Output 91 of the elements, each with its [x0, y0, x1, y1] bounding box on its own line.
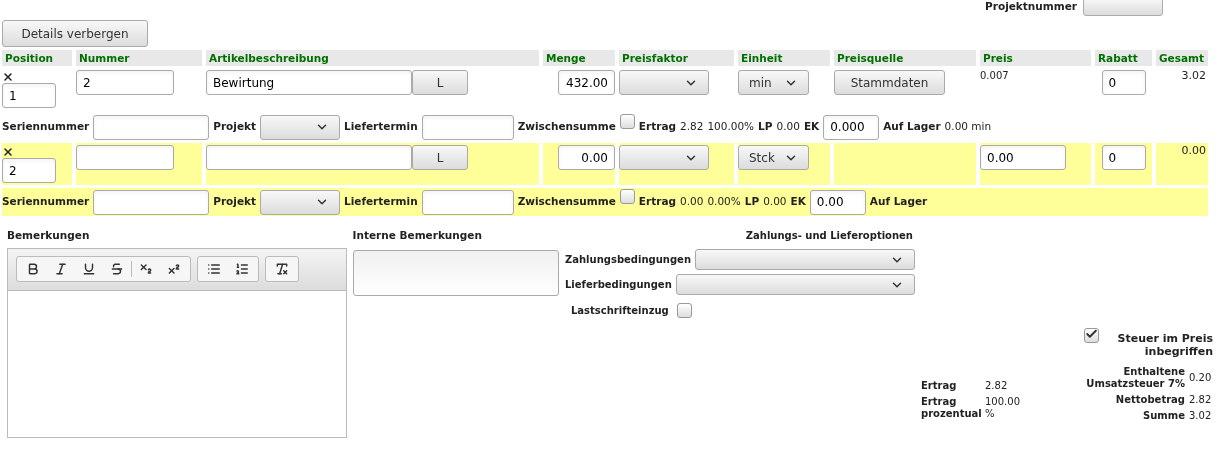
direct-debit-label: Lastschrifteinzug: [571, 304, 669, 318]
margin-label: Ertrag: [638, 194, 676, 210]
internal-remarks-label: Interne Bemerkungen: [352, 228, 483, 243]
total-text: 3.02: [1181, 68, 1206, 84]
lookup-button[interactable]: L: [412, 70, 468, 95]
price-text: 0.007: [980, 69, 1009, 83]
list-price-label: LP: [744, 194, 760, 210]
subtotal-checkbox[interactable]: [619, 114, 635, 130]
margin-value: 2.82: [680, 119, 704, 135]
serial-number-field[interactable]: [93, 189, 210, 215]
purchase-price-field[interactable]: 0.000: [823, 114, 880, 140]
list-price-label: LP: [758, 119, 773, 135]
description-field[interactable]: Bewirtung: [206, 70, 412, 95]
quantity-field[interactable]: 432.00: [558, 70, 615, 95]
price-field[interactable]: 0.00: [980, 145, 1066, 170]
margin-summary-value: 2.82: [985, 380, 1009, 392]
margin-percent: 100.00%: [707, 119, 755, 135]
discount-field[interactable]: 0: [1101, 70, 1146, 95]
serial-number-field[interactable]: [93, 114, 210, 140]
column-header: Preisquelle: [834, 50, 976, 66]
subtotal-label: Zwischensumme: [517, 119, 616, 135]
total-label: Nettobetrag: [1114, 394, 1185, 406]
margin-summary-value: 100.00 %: [985, 396, 1021, 420]
lookup-button[interactable]: L: [412, 145, 468, 170]
position-field[interactable]: 2: [2, 158, 56, 183]
unit-select[interactable]: min: [738, 70, 809, 95]
delivery-date-label: Liefertermin: [344, 194, 418, 210]
column-header: Artikelbeschreibung: [206, 50, 539, 66]
number-field[interactable]: 2: [76, 70, 174, 95]
project-label: Projekt: [213, 119, 256, 135]
column-header: Rabatt: [1095, 50, 1152, 66]
list-price-value: 0.00: [763, 194, 787, 210]
project-number-label: Projektnummer: [985, 0, 1077, 15]
purchase-price-label: EK: [803, 119, 820, 135]
serial-number-label: Seriennummer: [2, 194, 90, 210]
total-value: 0.20: [1189, 372, 1213, 384]
position-field[interactable]: 1: [2, 83, 56, 108]
price-factor-select[interactable]: [619, 145, 709, 170]
total-value: 3.02: [1189, 410, 1213, 422]
column-header: Preisfaktor: [619, 50, 734, 66]
toggle-details-button[interactable]: Details verbergen: [2, 20, 148, 47]
stock-label: Auf Lager: [883, 119, 941, 135]
direct-debit-checkbox[interactable]: [676, 303, 692, 318]
margin-value: 0.00: [680, 194, 704, 210]
margin-percent: 0.00%: [707, 194, 741, 210]
delivery-date-field[interactable]: [421, 114, 514, 140]
number-field[interactable]: [76, 145, 174, 170]
delete-icon[interactable]: [2, 71, 14, 83]
margin-label: Ertrag: [638, 119, 676, 135]
delivery-terms-label: Lieferbedingungen: [565, 278, 672, 292]
internal-remarks-field[interactable]: [352, 249, 559, 296]
subtotal-checkbox[interactable]: [619, 189, 635, 205]
column-header: Einheit: [738, 50, 830, 66]
column-header: Menge: [543, 50, 615, 66]
tax-included-checkbox[interactable]: [1084, 328, 1099, 343]
total-label: Enthaltene Umsatzsteuer 7%: [1085, 366, 1185, 390]
total-value: 2.82: [1189, 394, 1213, 406]
tax-included-label: Steuer im Preis inbegriffen: [1116, 332, 1213, 358]
stock-value: 0.00 min: [944, 119, 992, 135]
margin-summary-label: Ertrag prozentual: [921, 396, 981, 420]
unit-select[interactable]: Stck: [738, 145, 809, 170]
column-header: Nummer: [76, 50, 202, 66]
total-text: 0.00: [1181, 143, 1206, 159]
delivery-date-field[interactable]: [421, 189, 514, 215]
payment-terms-label: Zahlungsbedingungen: [565, 253, 691, 267]
total-label: Summe: [1142, 410, 1185, 422]
options-title: Zahlungs- und Lieferoptionen: [745, 230, 913, 241]
column-header: Position: [2, 50, 72, 66]
project-number-select[interactable]: [1083, 0, 1163, 16]
project-label: Projekt: [213, 194, 256, 210]
discount-field[interactable]: 0: [1101, 145, 1146, 170]
purchase-price-field[interactable]: 0.00: [809, 189, 866, 215]
project-select[interactable]: [260, 114, 340, 140]
list-price-value: 0.00: [776, 119, 800, 135]
delivery-date-label: Liefertermin: [344, 119, 418, 135]
quantity-field[interactable]: 0.00: [558, 145, 615, 170]
serial-number-label: Seriennummer: [2, 119, 90, 135]
delete-icon[interactable]: [2, 146, 14, 158]
price-source-button[interactable]: Stammdaten: [834, 70, 945, 95]
stock-label: Auf Lager: [869, 194, 928, 210]
description-field[interactable]: [206, 145, 412, 170]
delivery-terms-select[interactable]: [675, 274, 915, 295]
purchase-price-label: EK: [790, 194, 806, 210]
column-header: Gesamt: [1156, 50, 1208, 66]
project-select[interactable]: [260, 189, 340, 215]
payment-terms-select[interactable]: [695, 249, 915, 270]
subtotal-label: Zwischensumme: [517, 194, 616, 210]
margin-summary-label: Ertrag: [921, 380, 958, 392]
remarks-label: Bemerkungen: [7, 228, 91, 243]
column-header: Preis: [980, 50, 1091, 66]
price-factor-select[interactable]: [619, 70, 709, 95]
